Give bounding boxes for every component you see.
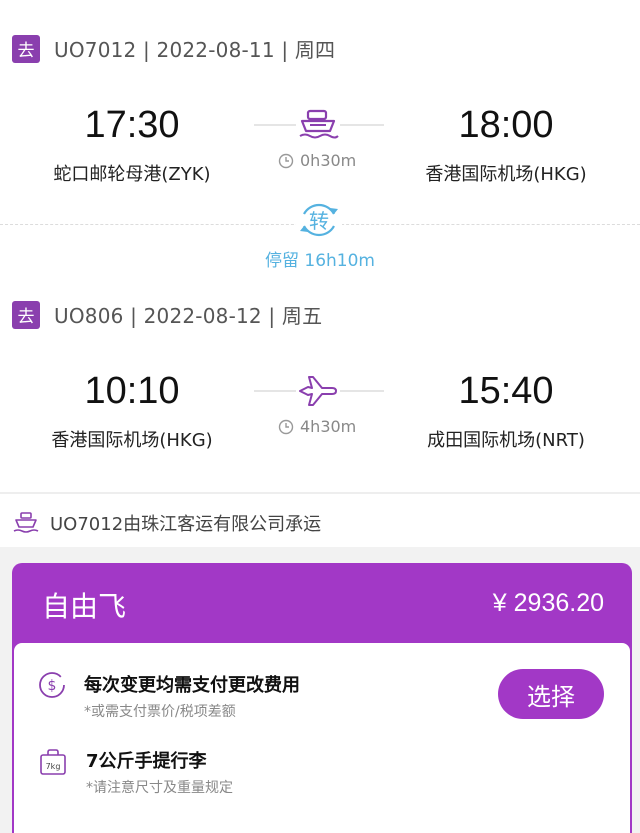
- rule-title: 7公斤手提行李: [86, 751, 207, 772]
- select-button[interactable]: 选择: [498, 669, 604, 719]
- transfer-label: 转: [309, 209, 329, 233]
- segment-1-arrive-station: 香港国际机场(HKG): [425, 164, 587, 185]
- baggage-7kg-icon: 7kg: [40, 749, 66, 775]
- rule-note: *请注意尺寸及重量规定: [86, 780, 233, 796]
- fare-details: $ 每次变更均需支付更改费用 *或需支付票价/税项差额 选择 7kg 7公斤手提…: [14, 643, 630, 833]
- rule-change-fee: $ 每次变更均需支付更改费用 *或需支付票价/税项差额: [38, 671, 300, 721]
- rule-title: 每次变更均需支付更改费用: [84, 675, 300, 696]
- segment-1-duration: 0h30m: [278, 151, 356, 170]
- segment-2-duration: 4h30m: [278, 417, 356, 436]
- duration-text: 0h30m: [300, 151, 357, 170]
- section-divider: [0, 492, 640, 494]
- fare-name: 自由飞: [42, 590, 127, 623]
- fee-dollar-icon: $: [39, 672, 65, 698]
- clock-icon: [278, 153, 294, 168]
- segment-2-depart-station: 香港国际机场(HKG): [51, 430, 213, 451]
- segment-2-depart-time: 10:10: [84, 370, 180, 412]
- layover-text: 停留 16h10m: [264, 251, 375, 271]
- segment-1-depart-station: 蛇口邮轮母港(ZYK): [53, 164, 211, 185]
- outbound-badge: 去: [12, 34, 40, 63]
- segment-2-info: UO806 | 2022-08-12 | 周五: [54, 304, 323, 328]
- fare-price: ¥ 2936.20: [492, 589, 604, 617]
- ship-icon: [296, 107, 340, 143]
- outbound-badge: 去: [12, 300, 40, 329]
- transfer-icon: 转: [296, 200, 342, 240]
- airplane-icon: [296, 373, 340, 409]
- rule-note: *或需支付票价/税项差额: [84, 704, 236, 720]
- fare-card[interactable]: 自由飞 ¥ 2936.20 $ 每次变更均需支付更改费用 *或需支付票价/税项差…: [12, 563, 632, 833]
- segment-2-arrive-time: 15:40: [458, 370, 554, 412]
- duration-text: 4h30m: [300, 417, 357, 436]
- clock-icon: [278, 419, 294, 434]
- segment-1-depart-time: 17:30: [84, 104, 180, 146]
- segment-1-info: UO7012 | 2022-08-11 | 周四: [54, 38, 336, 62]
- segment-1-header: 去 UO7012 | 2022-08-11 | 周四: [12, 34, 335, 63]
- segment-1-arrive-time: 18:00: [458, 104, 554, 146]
- segment-2-arrive-station: 成田国际机场(NRT): [427, 430, 585, 451]
- ship-icon: [13, 512, 39, 533]
- svg-text:7kg: 7kg: [46, 762, 61, 771]
- carrier-note-text: UO7012由珠江客运有限公司承运: [50, 514, 322, 535]
- rule-hand-baggage: 7kg 7公斤手提行李 *请注意尺寸及重量规定: [38, 747, 233, 797]
- segment-2-header: 去 UO806 | 2022-08-12 | 周五: [12, 300, 322, 329]
- svg-text:$: $: [48, 678, 57, 694]
- carrier-note: UO7012由珠江客运有限公司承运: [12, 510, 321, 536]
